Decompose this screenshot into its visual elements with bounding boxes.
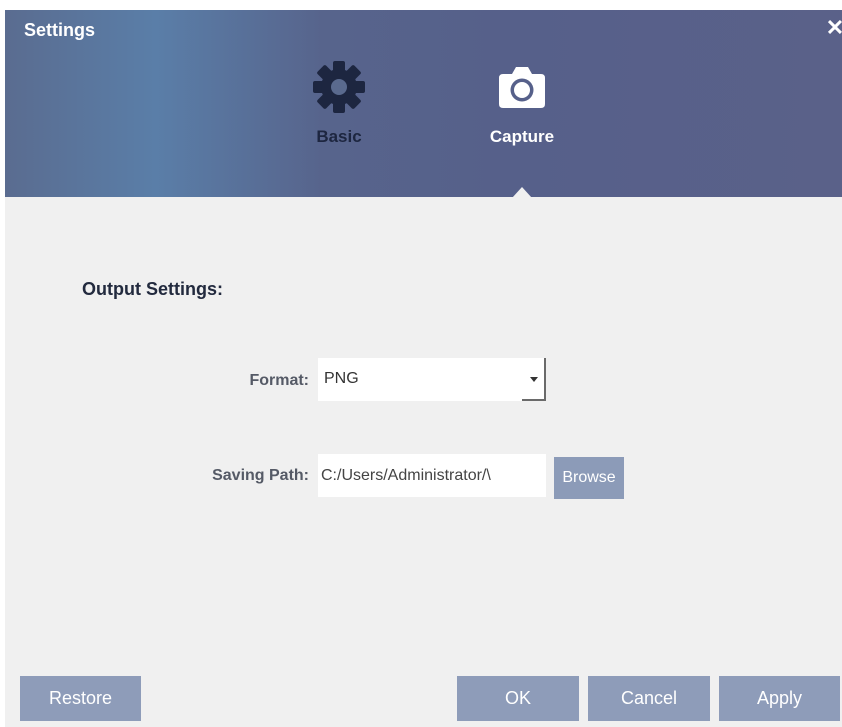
format-label: Format: [249,372,309,389]
dropdown-arrow[interactable] [522,358,546,401]
tab-basic[interactable]: Basic [305,60,373,147]
saving-path-label: Saving Path: [212,467,309,484]
output-settings-title: Output Settings: [82,279,223,299]
chevron-down-icon [530,377,538,382]
ok-button[interactable]: OK [457,676,579,721]
restore-button[interactable]: Restore [20,676,141,721]
apply-button[interactable]: Apply [719,676,840,721]
active-tab-indicator [512,187,532,198]
saving-path-input[interactable] [318,454,546,497]
camera-icon [477,60,567,119]
gear-icon [305,60,373,119]
browse-button[interactable]: Browse [554,457,624,499]
format-select-value: PNG [324,370,359,387]
tab-capture-label: Capture [489,127,555,146]
dialog-title: Settings [24,20,96,40]
close-button[interactable]: ✕ [824,16,842,40]
format-select[interactable]: PNG [318,358,546,401]
tab-basic-label: Basic [316,127,362,146]
cancel-button[interactable]: Cancel [588,676,710,721]
tab-capture[interactable]: Capture [477,60,567,147]
settings-header: Settings ✕ Basic Capture [5,10,842,198]
settings-dialog: Settings ✕ Basic Capture Output Settings… [5,10,842,727]
